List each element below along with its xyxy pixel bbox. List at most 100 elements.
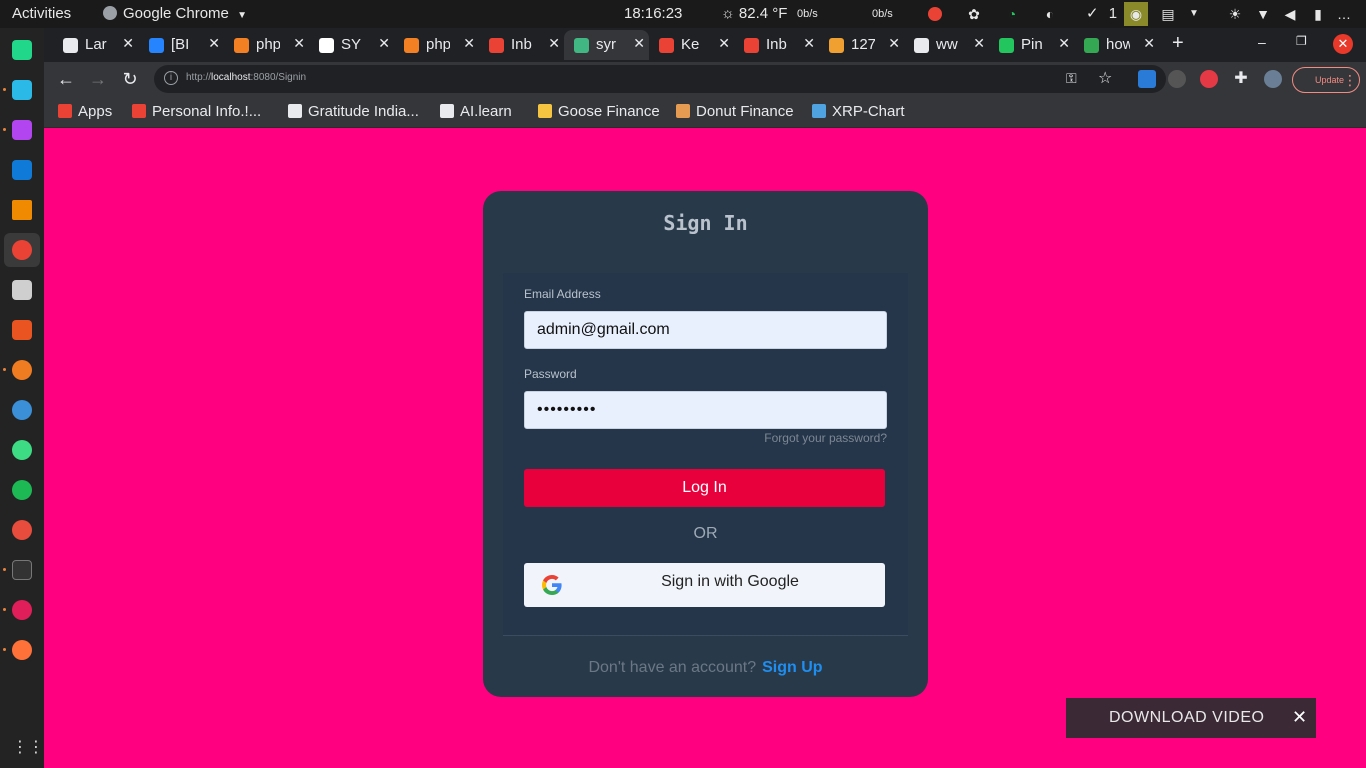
browser-tab[interactable]: how ✕ [1074,30,1159,60]
bookmark-item[interactable]: Personal Info.!... [132,103,261,120]
activities-button[interactable]: Activities [12,0,71,28]
update-button[interactable]: Update ⋮ [1292,67,1360,93]
night-light-icon[interactable]: ◐ [1042,6,1058,22]
close-tab-icon[interactable]: ✕ [548,35,560,52]
gmail-icon [659,38,674,53]
vlc-icon[interactable] [12,200,32,220]
wifi-icon[interactable]: ▼ [1255,6,1271,22]
webstorm-icon[interactable] [12,80,32,100]
close-tab-icon[interactable]: ✕ [463,35,475,52]
browser-tab[interactable]: ww ✕ [904,30,989,60]
browser-tab[interactable]: syr ✕ [564,30,649,60]
android-studio-icon[interactable] [12,440,32,460]
bookmark-item[interactable]: AI.learn [440,103,512,120]
browser-tab[interactable]: Inb ✕ [734,30,819,60]
pinwheel-tray-icon[interactable]: ✿ [966,6,982,22]
bookmark-item[interactable]: Apps [58,103,112,120]
eye-tray-icon[interactable]: ◉ [1124,2,1148,26]
download-video-bar[interactable]: DOWNLOAD VIDEO ✕ [1066,698,1316,738]
close-tab-icon[interactable]: ✕ [1058,35,1070,52]
chrome-app-icon [103,6,117,20]
google-signin-button[interactable]: Sign in with Google [524,563,885,607]
app-menu[interactable]: Google Chrome ▼ [103,0,247,28]
gear-extension-icon[interactable] [1168,70,1186,88]
brightness-icon[interactable]: ☀ [1227,6,1243,22]
clipboard-icon[interactable]: ▤ [1160,6,1176,22]
browser-tab[interactable]: Ke ✕ [649,30,734,60]
weather-indicator[interactable]: ☼ 82.4 °F [721,0,787,28]
chevron-down-icon[interactable]: ▼ [1186,6,1202,22]
login-button[interactable]: Log In [524,469,885,507]
tasks-indicator[interactable]: ✓ 1 [1086,0,1117,28]
spotify-icon[interactable] [12,480,32,500]
back-button[interactable]: ← [54,67,78,91]
app-menu-label: Google Chrome [123,5,229,22]
close-tab-icon[interactable]: ✕ [973,35,985,52]
restore-button[interactable]: ❐ [1296,34,1307,48]
notion-icon [319,38,334,53]
minimize-button[interactable]: – [1258,34,1266,50]
info-icon[interactable]: i [164,71,178,85]
ghost-extension-icon[interactable] [1200,70,1218,88]
vscode-icon[interactable] [12,160,32,180]
browser-tab[interactable]: SY ✕ [309,30,394,60]
close-tab-icon[interactable]: ✕ [803,35,815,52]
software-center-icon[interactable] [12,320,32,340]
forward-button[interactable]: → [86,67,110,91]
chrome-icon[interactable] [12,240,32,260]
pycharm-icon[interactable] [12,40,32,60]
bookmark-item[interactable]: XRP-Chart [812,103,905,120]
star-icon[interactable]: ☆ [1098,68,1112,88]
running-indicator [3,368,6,371]
password-field[interactable]: ••••••••• [524,391,887,429]
bookmark-label: Personal Info.!... [152,103,262,120]
todo-icon[interactable] [12,520,32,540]
close-tab-icon[interactable]: ✕ [208,35,220,52]
close-tab-icon[interactable]: ✕ [122,35,134,52]
timer-tray-icon[interactable]: ◔ [1004,6,1020,22]
browser-tab[interactable]: php ✕ [224,30,309,60]
extensions-puzzle-icon[interactable]: ✚ [1232,70,1250,88]
close-tab-icon[interactable]: ✕ [888,35,900,52]
browser-tab[interactable]: Pin ✕ [989,30,1074,60]
forgot-password-link[interactable]: Forgot your password? [763,431,887,445]
chrome-tray-icon[interactable] [928,7,942,21]
volume-icon[interactable]: ◀ [1282,6,1298,22]
clock[interactable]: 18:16:23 [624,0,682,28]
browser-tab[interactable]: 127 ✕ [819,30,904,60]
close-tab-icon[interactable]: ✕ [378,35,390,52]
browser-tab[interactable]: Lar ✕ [53,30,138,60]
overflow-icon[interactable]: … [1334,6,1354,22]
close-window-button[interactable]: ✕ [1333,34,1353,54]
slack-icon[interactable] [12,600,32,620]
show-apps-icon[interactable]: ⋮⋮ [12,738,44,758]
firefox-icon[interactable] [12,640,32,660]
address-bar[interactable]: i http://localhost:8080/Signin ⚿ ☆ [154,65,1166,93]
battery-icon[interactable]: ▮ [1310,6,1326,22]
bookmark-item[interactable]: Goose Finance [538,103,660,120]
close-tab-icon[interactable]: ✕ [293,35,305,52]
terminal-icon[interactable] [12,560,32,580]
tab-title: [BI [171,36,190,53]
translate-extension-icon[interactable] [1138,70,1156,88]
compass-icon[interactable] [12,360,32,380]
bookmark-item[interactable]: Gratitude India... [288,103,419,120]
files-icon[interactable] [12,280,32,300]
key-icon[interactable]: ⚿ [1066,70,1077,87]
close-tab-icon[interactable]: ✕ [633,35,645,52]
reload-button[interactable]: ↻ [118,67,142,91]
profile-avatar[interactable] [1264,70,1282,88]
email-field[interactable]: admin@gmail.com [524,311,887,349]
browser-tab[interactable]: php ✕ [394,30,479,60]
new-tab-button[interactable]: + [1172,32,1184,55]
close-tab-icon[interactable]: ✕ [1143,35,1155,52]
bookmark-item[interactable]: Donut Finance [676,103,794,120]
close-tab-icon[interactable]: ✕ [718,35,730,52]
gmail-icon [489,38,504,53]
signup-link[interactable]: Sign Up [762,659,822,676]
help-icon[interactable] [12,400,32,420]
browser-tab[interactable]: Inb ✕ [479,30,564,60]
browser-tab[interactable]: [BI ✕ [139,30,224,60]
close-icon[interactable]: ✕ [1292,707,1307,728]
phpstorm-icon[interactable] [12,120,32,140]
